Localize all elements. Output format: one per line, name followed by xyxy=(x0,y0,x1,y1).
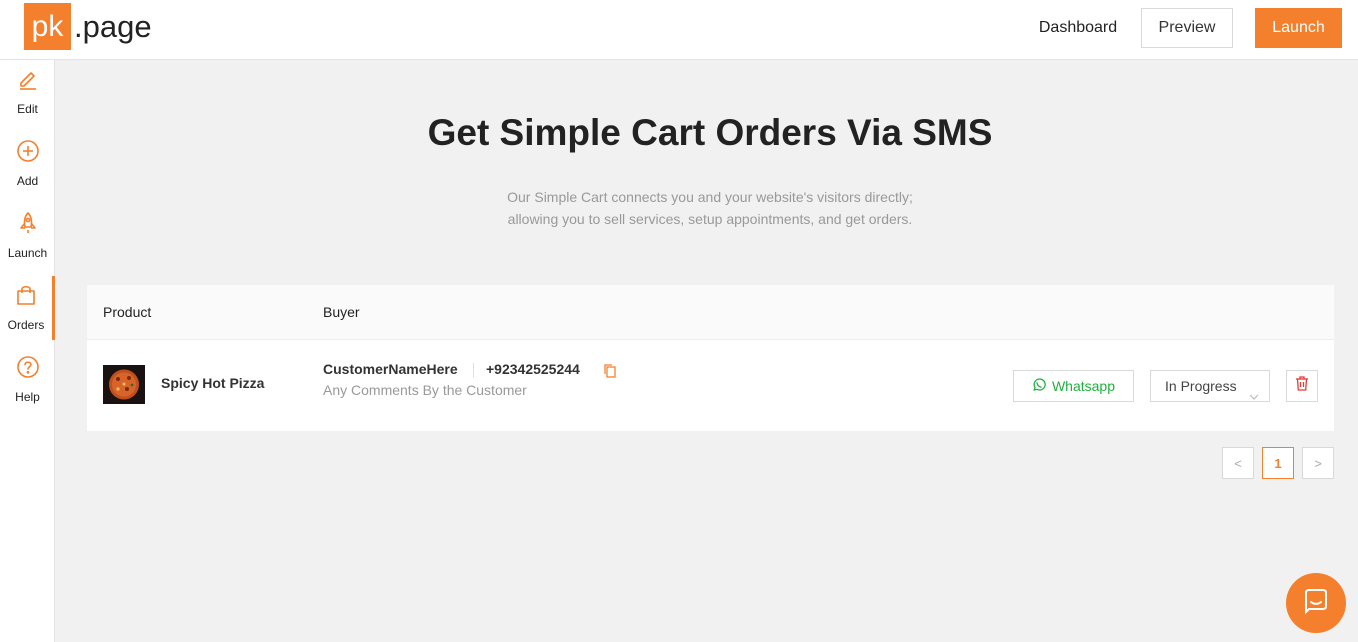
product-thumbnail xyxy=(103,365,145,404)
table-row: Spicy Hot Pizza CustomerNameHere +923425… xyxy=(87,341,1334,431)
sidebar-item-edit[interactable]: Edit xyxy=(0,60,55,124)
rocket-icon xyxy=(15,210,41,236)
sidebar-item-orders[interactable]: Orders xyxy=(0,276,55,340)
top-bar: pk .page Dashboard Preview Launch xyxy=(0,0,1358,60)
customer-name: CustomerNameHere xyxy=(323,361,458,377)
sidebar-item-label: Add xyxy=(16,174,39,188)
sidebar-item-label: Edit xyxy=(17,102,38,116)
chevron-down-icon xyxy=(1249,381,1259,400)
orders-table: Product Buyer Spicy Hot Pizza CustomerNa… xyxy=(87,285,1334,431)
subtitle-line: allowing you to sell services, setup app… xyxy=(507,211,913,227)
logo-text: .page xyxy=(74,8,152,44)
launch-button[interactable]: Launch xyxy=(1255,8,1342,48)
sidebar-item-launch[interactable]: Launch xyxy=(0,204,55,268)
pagination-page-1[interactable]: 1 xyxy=(1262,447,1294,479)
pagination-next[interactable]: > xyxy=(1302,447,1334,479)
sidebar-item-help[interactable]: Help xyxy=(0,348,55,412)
whatsapp-icon xyxy=(1032,377,1046,395)
sidebar-item-add[interactable]: Add xyxy=(0,132,55,196)
chat-launcher-button[interactable] xyxy=(1286,573,1346,633)
product-name: Spicy Hot Pizza xyxy=(161,375,265,391)
sidebar-item-label: Orders xyxy=(7,318,45,332)
column-header-product: Product xyxy=(103,304,152,320)
pencil-icon xyxy=(15,66,41,92)
subtitle-line: Our Simple Cart connects you and your we… xyxy=(507,189,913,205)
sidebar-item-label: Launch xyxy=(7,246,48,260)
delete-button[interactable] xyxy=(1286,370,1318,402)
customer-comment: Any Comments By the Customer xyxy=(323,382,527,398)
logo[interactable]: pk .page xyxy=(24,3,152,50)
status-select[interactable]: In Progress xyxy=(1150,370,1270,402)
copy-icon[interactable] xyxy=(603,363,617,379)
status-value: In Progress xyxy=(1165,378,1237,394)
page-subtitle: Our Simple Cart connects you and your we… xyxy=(55,186,1358,230)
sidebar: Edit Add Launch Orders Help xyxy=(0,60,55,642)
table-header: Product Buyer xyxy=(87,285,1334,340)
sidebar-item-label: Help xyxy=(15,390,40,404)
plus-circle-icon xyxy=(15,138,41,164)
dashboard-link[interactable]: Dashboard xyxy=(1030,15,1126,41)
column-header-buyer: Buyer xyxy=(323,304,360,320)
page-title: Get Simple Cart Orders Via SMS xyxy=(427,112,993,153)
shopping-bag-icon xyxy=(13,282,39,308)
customer-phone: +92342525244 xyxy=(486,361,580,377)
divider xyxy=(473,363,474,378)
whatsapp-label: Whatsapp xyxy=(1051,378,1116,394)
question-circle-icon xyxy=(15,354,41,380)
preview-button[interactable]: Preview xyxy=(1141,8,1233,48)
logo-mark: pk xyxy=(24,3,71,50)
trash-icon xyxy=(1295,376,1309,396)
whatsapp-button[interactable]: Whatsapp xyxy=(1013,370,1134,402)
pagination-prev[interactable]: < xyxy=(1222,447,1254,479)
chat-icon xyxy=(1302,587,1330,620)
